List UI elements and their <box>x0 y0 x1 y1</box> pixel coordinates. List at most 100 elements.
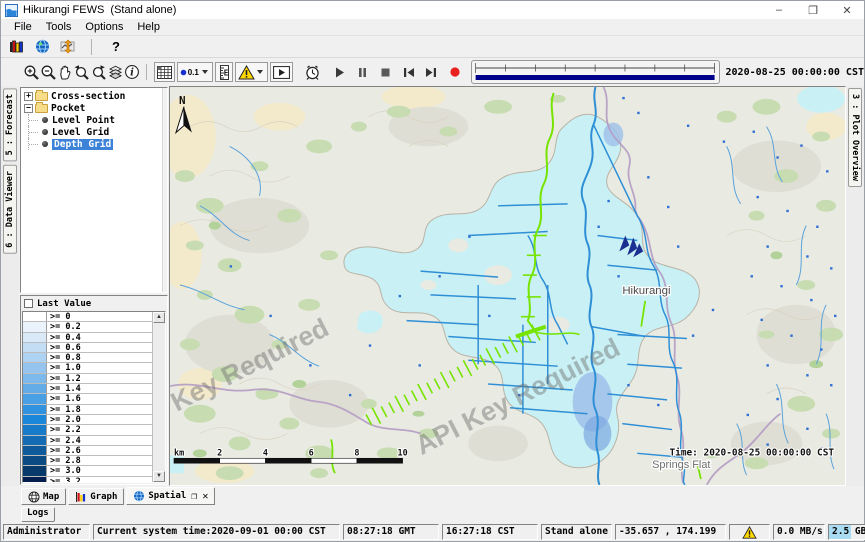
map-view[interactable]: API Key Required API Key Required Hikura… <box>169 86 846 486</box>
legend-row[interactable]: >= 0.4 <box>23 333 152 343</box>
status-download-speed: 0.0 MB/s <box>773 524 825 540</box>
legend-row[interactable]: >= 1.2 <box>23 374 152 384</box>
legend-entry-label: >= 2.8 <box>47 456 152 465</box>
globe-wire-icon <box>28 491 40 503</box>
legend-entry-label: >= 1.8 <box>47 405 152 414</box>
status-user: Administrator <box>3 524 90 540</box>
pan-hand-icon[interactable] <box>57 63 73 81</box>
main-area: 5 : Forecast 6 : Data Viewer + Cross-sec… <box>1 86 864 486</box>
area-label: Springs Flat <box>652 459 710 471</box>
map-canvas[interactable]: API Key Required API Key Required Hikura… <box>170 87 845 485</box>
database-icon[interactable] <box>7 38 25 56</box>
legend-panel: Last Value >= 0>= 0.2>= 0.4>= 0.6>= 0.8>… <box>20 295 168 485</box>
legend-scrollbar[interactable]: ▲ ▼ <box>152 312 165 482</box>
tab-map[interactable]: Map <box>21 488 66 505</box>
bullet-icon <box>42 117 48 123</box>
legend-row[interactable]: >= 2.6 <box>23 446 152 456</box>
threshold-dropdown[interactable]: 0.1 <box>177 62 213 82</box>
legend-row[interactable]: >= 1.0 <box>23 363 152 373</box>
tab-spatial[interactable]: Spatial ❐ ✕ <box>126 487 215 505</box>
legend-row[interactable]: >= 2.8 <box>23 456 152 466</box>
stop-icon[interactable] <box>379 63 392 81</box>
close-button[interactable]: ✕ <box>830 1 864 19</box>
legend-row[interactable]: >= 1.6 <box>23 394 152 404</box>
tree-scrollbar[interactable] <box>162 88 167 292</box>
minimize-button[interactable]: – <box>762 1 796 19</box>
collapse-icon[interactable]: − <box>24 104 33 113</box>
tree-connector <box>28 114 42 126</box>
tree-item-pocket[interactable]: − Pocket <box>21 102 167 114</box>
zoom-out-icon[interactable] <box>40 63 57 81</box>
scale-button[interactable]: E <box>215 62 233 82</box>
globe-icon[interactable] <box>33 38 51 56</box>
warning-icon <box>742 526 757 539</box>
tab-data-viewer[interactable]: 6 : Data Viewer <box>3 165 17 254</box>
pause-icon[interactable] <box>356 63 369 81</box>
bottom-tab-bar: Map Graph Spatial ❐ ✕ <box>1 486 864 505</box>
town-label: Hikurangi <box>622 285 670 297</box>
legend-row[interactable]: >= 0 <box>23 312 152 322</box>
tab-plot-overview[interactable]: 3 : Plot Overview <box>848 88 862 187</box>
legend-row[interactable]: >= 0.8 <box>23 353 152 363</box>
layers-icon[interactable] <box>107 63 124 81</box>
legend-row[interactable]: >= 1.4 <box>23 384 152 394</box>
tab-graph[interactable]: Graph <box>68 488 124 505</box>
legend-color-swatch <box>23 415 47 424</box>
menu-tools[interactable]: Tools <box>39 20 79 34</box>
timeline-slider[interactable] <box>471 60 719 84</box>
record-icon[interactable] <box>448 63 461 81</box>
legend-row[interactable]: >= 0.2 <box>23 322 152 332</box>
timeline-bar[interactable] <box>476 75 715 80</box>
status-gmt-time: 08:27:18 GMT <box>343 524 439 540</box>
legend-row[interactable]: >= 2.0 <box>23 415 152 425</box>
last-frame-icon[interactable] <box>424 63 438 81</box>
last-value-checkbox[interactable] <box>24 299 33 308</box>
maximize-button[interactable]: ❐ <box>796 1 830 19</box>
legend-row[interactable]: >= 1.8 <box>23 405 152 415</box>
zoom-next-icon[interactable] <box>90 63 107 81</box>
menu-help[interactable]: Help <box>130 20 167 34</box>
scroll-up-icon[interactable]: ▲ <box>153 312 165 323</box>
animation-clock-icon[interactable] <box>304 63 321 81</box>
tab-label: Spatial <box>148 491 186 501</box>
zoom-previous-icon[interactable] <box>73 63 90 81</box>
app-window: Hikurangi FEWS (Stand alone) – ❐ ✕ File … <box>0 0 865 542</box>
tab-forecast[interactable]: 5 : Forecast <box>3 88 17 161</box>
play-icon[interactable] <box>333 63 346 81</box>
legend-entry-label: >= 0.6 <box>47 343 152 352</box>
panel-close-icon[interactable]: ✕ <box>202 491 208 502</box>
tree-item-label: Level Point <box>52 115 115 126</box>
scale-unit: km <box>174 447 184 457</box>
warning-icon <box>238 65 255 80</box>
profile-chart-icon[interactable] <box>59 38 77 56</box>
status-mode: Stand alone <box>541 524 612 540</box>
map-toolbar: i 0.1 E <box>1 58 864 86</box>
legend-row[interactable]: >= 2.4 <box>23 436 152 446</box>
status-warning-cell[interactable] <box>729 524 770 540</box>
legend-row[interactable]: >= 0.6 <box>23 343 152 353</box>
legend-row[interactable]: >= 3.0 <box>23 466 152 476</box>
legend-row[interactable]: >= 2.2 <box>23 425 152 435</box>
info-icon[interactable]: i <box>124 63 140 81</box>
panel-maximize-icon[interactable]: ❐ <box>191 491 197 502</box>
menu-file[interactable]: File <box>7 20 39 34</box>
folder-icon <box>35 104 48 113</box>
tree-item-level-point[interactable]: Level Point <box>21 114 167 126</box>
zoom-in-icon[interactable] <box>23 63 40 81</box>
tree-item-level-grid[interactable]: Level Grid <box>21 126 167 138</box>
grid-button[interactable] <box>154 62 175 82</box>
bar-chart-icon <box>75 491 87 503</box>
tree-item-depth-grid[interactable]: Depth Grid <box>21 138 167 150</box>
last-value-label: Last Value <box>37 299 91 309</box>
playback-window-button[interactable] <box>270 62 293 82</box>
scroll-down-icon[interactable]: ▼ <box>153 471 165 482</box>
help-question[interactable]: ? <box>106 39 126 54</box>
legend-entry-label: >= 2.6 <box>47 446 152 455</box>
first-frame-icon[interactable] <box>402 63 416 81</box>
legend-row[interactable]: >= 3.2 <box>23 477 152 482</box>
logs-button[interactable]: Logs <box>21 507 55 522</box>
menu-options[interactable]: Options <box>78 20 130 34</box>
expand-icon[interactable]: + <box>24 92 33 101</box>
warning-dropdown[interactable] <box>235 62 268 82</box>
tree-item-cross-section[interactable]: + Cross-section <box>21 90 167 102</box>
